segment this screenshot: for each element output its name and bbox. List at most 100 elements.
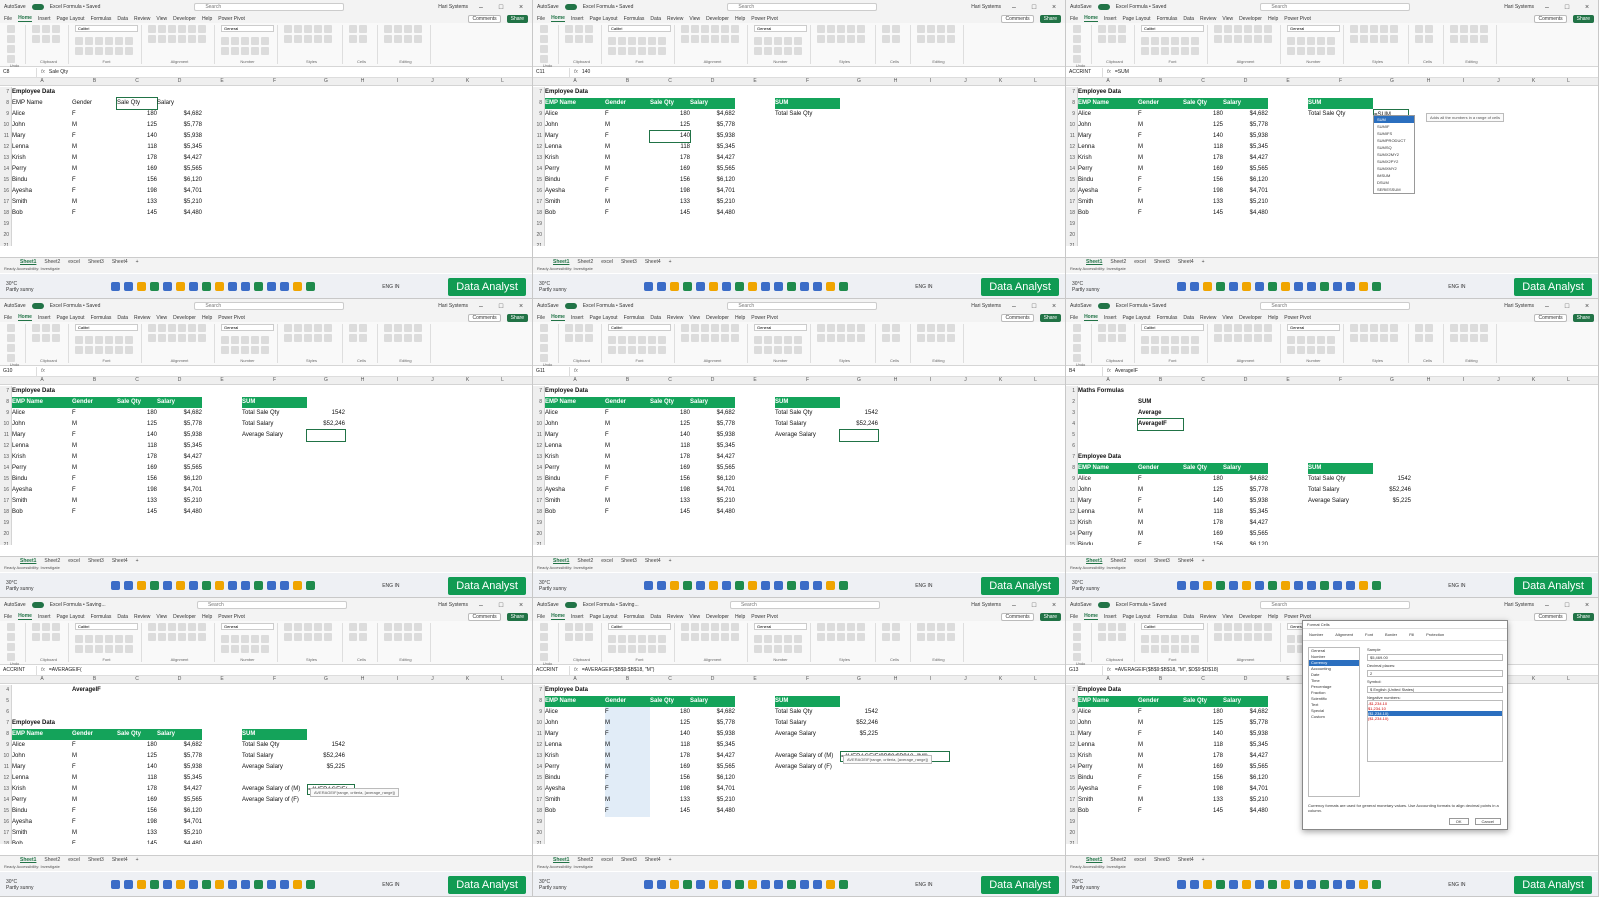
taskbar-app-icon[interactable]	[176, 581, 186, 590]
ribbon-button-icon[interactable]	[575, 35, 583, 43]
language-indicator[interactable]: ENG IN	[382, 583, 442, 589]
taskbar-app-icon[interactable]	[215, 581, 225, 590]
ribbon-button-icon[interactable]	[158, 35, 166, 43]
taskbar-app-icon[interactable]	[1242, 880, 1252, 889]
ribbon-button-icon[interactable]	[937, 25, 945, 33]
ribbon-button-icon[interactable]	[1287, 46, 1295, 55]
ribbon-button-icon[interactable]	[917, 633, 925, 641]
share-button[interactable]: Share	[506, 612, 528, 621]
tab-file[interactable]: File	[537, 614, 545, 620]
taskbar-app-icon[interactable]	[150, 282, 160, 291]
search-box[interactable]: Search	[196, 601, 347, 609]
taskbar-app-icon[interactable]	[176, 880, 186, 889]
taskbar-app-icon[interactable]	[111, 282, 121, 291]
ribbon-button-icon[interactable]	[575, 25, 583, 33]
name-box[interactable]: G13	[1069, 665, 1103, 675]
ribbon-button-icon[interactable]	[404, 623, 412, 631]
taskbar-app-icon[interactable]	[163, 282, 173, 291]
taskbar-app-icon[interactable]	[267, 581, 277, 590]
ribbon-button-icon[interactable]	[188, 334, 196, 342]
ribbon-button-icon[interactable]	[221, 345, 229, 354]
ribbon-button-icon[interactable]	[284, 334, 292, 342]
ribbon-button-icon[interactable]	[892, 633, 900, 641]
ribbon-button-icon[interactable]	[1181, 345, 1189, 354]
minimize-icon[interactable]: –	[474, 303, 488, 310]
ribbon-button-icon[interactable]	[1161, 36, 1169, 45]
tab-formulas[interactable]: Formulas	[624, 614, 645, 620]
ribbon-button-icon[interactable]	[628, 644, 636, 653]
ribbon-button-icon[interactable]	[294, 324, 302, 332]
ribbon-button-icon[interactable]	[817, 25, 825, 33]
ribbon-button-icon[interactable]	[681, 25, 689, 33]
taskbar-app-icon[interactable]	[1307, 581, 1317, 590]
ribbon-button-icon[interactable]	[540, 344, 548, 352]
ribbon-button-icon[interactable]	[1118, 324, 1126, 332]
taskbar-app-icon[interactable]	[1333, 880, 1343, 889]
ribbon-button-icon[interactable]	[125, 634, 133, 643]
name-box[interactable]: G11	[536, 366, 570, 376]
taskbar-app-icon[interactable]	[1177, 581, 1187, 590]
ribbon-button-icon[interactable]	[1317, 345, 1325, 354]
ribbon-button-icon[interactable]	[394, 35, 402, 43]
ribbon-button-icon[interactable]	[32, 324, 40, 332]
taskbar-app-icon[interactable]	[826, 880, 836, 889]
taskbar-app-icon[interactable]	[267, 880, 277, 889]
taskbar-app-icon[interactable]	[1268, 282, 1278, 291]
comments-button[interactable]: Comments	[1001, 14, 1034, 23]
ribbon-button-icon[interactable]	[95, 634, 103, 643]
ribbon-button-icon[interactable]	[85, 46, 93, 55]
taskbar-app-icon[interactable]	[1242, 581, 1252, 590]
fx-icon[interactable]: fx	[1107, 368, 1111, 374]
ribbon-button-icon[interactable]	[784, 644, 792, 653]
taskbar-app-icon[interactable]	[839, 880, 849, 889]
fx-icon[interactable]: fx	[1107, 69, 1111, 75]
tab-insert[interactable]: Insert	[38, 16, 51, 22]
ribbon-button-icon[interactable]	[1141, 634, 1149, 643]
sheet-tab-sheet2[interactable]: Sheet2	[1110, 259, 1126, 265]
language-indicator[interactable]: ENG IN	[915, 284, 975, 290]
ribbon-button-icon[interactable]	[125, 335, 133, 344]
tab-home[interactable]: Home	[551, 15, 565, 22]
taskbar-app-icon[interactable]	[761, 880, 771, 889]
maximize-icon[interactable]: □	[1027, 4, 1041, 11]
ribbon-button-icon[interactable]	[178, 334, 186, 342]
taskbar-app-icon[interactable]	[1216, 282, 1226, 291]
tab-view[interactable]: View	[689, 315, 700, 321]
ribbon-button-icon[interactable]	[148, 623, 156, 631]
ribbon-button-icon[interactable]	[1151, 634, 1159, 643]
taskbar-app-icon[interactable]	[1281, 880, 1291, 889]
tab-page-layout[interactable]: Page Layout	[1122, 614, 1150, 620]
ribbon-button-icon[interactable]	[608, 36, 616, 45]
ribbon-button-icon[interactable]	[1297, 335, 1305, 344]
ribbon-button-icon[interactable]	[764, 644, 772, 653]
ribbon-button-icon[interactable]	[1380, 334, 1388, 342]
formula-input[interactable]: 140	[582, 69, 1062, 75]
add-sheet-icon[interactable]: +	[1202, 558, 1205, 564]
ribbon-button-icon[interactable]	[7, 643, 15, 651]
dialog-tab[interactable]: Border	[1385, 632, 1397, 637]
share-button[interactable]: Share	[1572, 313, 1594, 322]
comments-button[interactable]: Comments	[1534, 612, 1567, 621]
ribbon-button-icon[interactable]	[52, 35, 60, 43]
ribbon-button-icon[interactable]	[1307, 335, 1315, 344]
ribbon-button-icon[interactable]	[188, 633, 196, 641]
ribbon-button-icon[interactable]	[7, 45, 15, 53]
maximize-icon[interactable]: □	[1560, 4, 1574, 11]
ribbon-button-icon[interactable]	[628, 335, 636, 344]
ribbon-button-icon[interactable]	[404, 633, 412, 641]
maximize-icon[interactable]: □	[494, 602, 508, 609]
ribbon-button-icon[interactable]	[927, 35, 935, 43]
sheet-tab-sheet3[interactable]: Sheet3	[621, 558, 637, 564]
ribbon-button-icon[interactable]	[95, 644, 103, 653]
ribbon-button-icon[interactable]	[648, 46, 656, 55]
taskbar-app-icon[interactable]	[1320, 282, 1330, 291]
ribbon-button-icon[interactable]	[1307, 46, 1315, 55]
ribbon-button-icon[interactable]	[52, 25, 60, 33]
ribbon-button-icon[interactable]	[540, 623, 548, 631]
close-icon[interactable]: ×	[1047, 303, 1061, 310]
ribbon-button-icon[interactable]	[198, 324, 206, 332]
ribbon-button-icon[interactable]	[95, 36, 103, 45]
ribbon-button-icon[interactable]	[1450, 35, 1458, 43]
tab-review[interactable]: Review	[667, 16, 683, 22]
ribbon-button-icon[interactable]	[1390, 334, 1398, 342]
